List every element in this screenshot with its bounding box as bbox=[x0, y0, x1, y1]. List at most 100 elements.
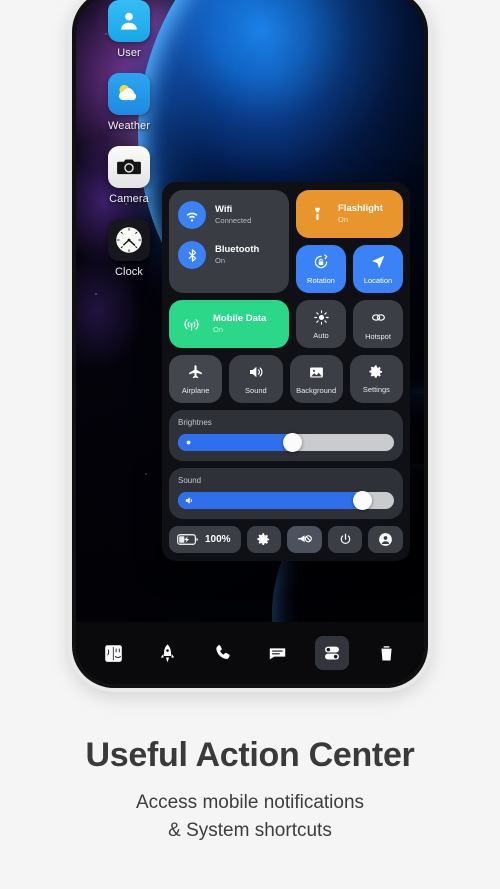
sound-label: Sound bbox=[245, 386, 267, 395]
launchpad-rocket-icon bbox=[157, 643, 178, 664]
wifi-toggle[interactable]: Wifi Connected bbox=[178, 201, 280, 229]
battery-status[interactable]: 100% bbox=[169, 526, 241, 553]
connectivity-card: Wifi Connected Bluetooth On bbox=[169, 190, 289, 293]
mobile-data-title: Mobile Data bbox=[213, 312, 267, 324]
do-not-disturb-icon bbox=[296, 531, 313, 548]
wifi-text: Wifi Connected bbox=[215, 203, 252, 226]
app-shortcut-camera[interactable]: Camera bbox=[92, 146, 166, 205]
sound-slider-thumb[interactable] bbox=[352, 491, 372, 510]
dock-item-messages[interactable] bbox=[260, 636, 294, 670]
mobile-data-toggle[interactable]: Mobile Data On bbox=[169, 300, 289, 348]
phone-dock bbox=[76, 622, 424, 684]
auto-label: Auto bbox=[313, 330, 329, 340]
dock-item-phone[interactable] bbox=[206, 636, 240, 670]
background-label: Background bbox=[296, 385, 337, 395]
phone-screen: User Weather Camera Clock Wifi Connected… bbox=[76, 0, 424, 684]
battery-percent: 100% bbox=[205, 534, 231, 545]
speaker-icon bbox=[247, 363, 265, 381]
app-label: Weather bbox=[107, 120, 151, 132]
flashlight-toggle[interactable]: Flashlight On bbox=[296, 190, 403, 238]
rotation-lock-icon bbox=[312, 253, 330, 271]
background-toggle[interactable]: Background bbox=[289, 355, 343, 403]
account-button[interactable] bbox=[368, 526, 404, 553]
app-shortcut-weather[interactable]: Weather bbox=[92, 73, 166, 132]
wifi-title: Wifi bbox=[215, 203, 233, 215]
bluetooth-toggle[interactable]: Bluetooth On bbox=[178, 241, 280, 269]
sound-toggle[interactable]: Sound bbox=[229, 355, 283, 403]
promo-caption: Useful Action Center Access mobile notif… bbox=[0, 736, 500, 844]
airplane-label: Airplane bbox=[181, 385, 210, 395]
control-center-right-column: Flashlight On Rotation Location bbox=[296, 190, 403, 293]
trash-icon bbox=[377, 644, 396, 663]
sound-slider-card: Sound bbox=[169, 468, 403, 519]
bluetooth-icon bbox=[178, 241, 206, 269]
location-toggle[interactable]: Location bbox=[353, 245, 403, 293]
settings-label: Settings bbox=[362, 385, 390, 394]
app-label: Camera bbox=[109, 193, 149, 205]
rotation-label: Rotation bbox=[307, 276, 335, 285]
phone-device-frame: User Weather Camera Clock Wifi Connected… bbox=[68, 0, 432, 692]
brightness-auto-icon bbox=[313, 309, 330, 326]
app-label: User bbox=[117, 47, 141, 59]
hotspot-label: Hotspot bbox=[365, 331, 391, 341]
airplane-toggle[interactable]: Airplane bbox=[169, 355, 223, 403]
wifi-icon bbox=[178, 201, 206, 229]
brightness-slider-fill bbox=[178, 434, 293, 451]
power-button[interactable] bbox=[327, 526, 363, 553]
brightness-slider[interactable] bbox=[178, 433, 394, 452]
app-store-promo-screenshot: User Weather Camera Clock Wifi Connected… bbox=[0, 0, 500, 889]
app-shortcut-clock[interactable]: Clock bbox=[92, 219, 166, 278]
gear-icon bbox=[256, 532, 271, 547]
control-center-row-2: Mobile Data On Auto Hotspot bbox=[169, 300, 403, 348]
brightness-slider-thumb[interactable] bbox=[283, 433, 303, 452]
wifi-status: Connected bbox=[215, 215, 252, 225]
clock-icon bbox=[108, 219, 150, 261]
user-icon bbox=[108, 0, 150, 42]
dock-item-finder[interactable] bbox=[96, 636, 130, 670]
hotspot-toggle[interactable]: Hotspot bbox=[353, 300, 403, 348]
phone-bezel: User Weather Camera Clock Wifi Connected… bbox=[72, 0, 428, 688]
settings-toggle[interactable]: Settings bbox=[349, 355, 403, 403]
image-icon bbox=[308, 364, 325, 381]
sound-slider-label: Sound bbox=[178, 476, 202, 485]
app-shortcut-user[interactable]: User bbox=[92, 0, 166, 59]
account-icon bbox=[377, 531, 394, 548]
bluetooth-status: On bbox=[215, 255, 226, 265]
caption-title: Useful Action Center bbox=[85, 736, 415, 774]
do-not-disturb-button[interactable] bbox=[287, 526, 322, 553]
dock-item-trash[interactable] bbox=[370, 636, 404, 670]
flashlight-title: Flashlight bbox=[338, 202, 383, 214]
caption-subtitle: Access mobile notifications & System sho… bbox=[0, 789, 500, 844]
auto-brightness-toggle[interactable]: Auto bbox=[296, 300, 346, 348]
brightness-slider-card: Brightnes bbox=[169, 410, 403, 461]
hotspot-icon bbox=[369, 308, 388, 327]
dock-item-launchpad[interactable] bbox=[151, 636, 185, 670]
mobile-data-status: On bbox=[213, 324, 224, 334]
home-screen-app-grid: User Weather Camera Clock bbox=[92, 0, 166, 292]
dock-item-control-center[interactable] bbox=[314, 636, 349, 670]
battery-charging-icon bbox=[177, 533, 199, 546]
weather-icon bbox=[108, 73, 150, 115]
gear-icon bbox=[368, 364, 384, 380]
app-label: Clock bbox=[114, 266, 143, 278]
sound-slider[interactable] bbox=[178, 491, 394, 510]
flashlight-text: Flashlight On bbox=[338, 202, 383, 225]
quick-settings-button[interactable] bbox=[246, 526, 282, 553]
caption-subtitle-line-1: Access mobile notifications bbox=[135, 792, 365, 813]
rotation-location-row: Rotation Location bbox=[296, 245, 403, 293]
messages-icon bbox=[267, 643, 288, 664]
flashlight-status: On bbox=[338, 214, 349, 224]
camera-icon bbox=[108, 146, 150, 188]
mobile-data-icon bbox=[182, 315, 201, 334]
control-center-row-3: Airplane Sound Background Settings bbox=[169, 355, 403, 403]
location-label: Location bbox=[363, 276, 393, 285]
phone-icon bbox=[213, 643, 233, 663]
brightness-label: Brightnes bbox=[178, 418, 212, 427]
mobile-data-text: Mobile Data On bbox=[213, 312, 267, 335]
airplane-icon bbox=[187, 364, 204, 381]
bluetooth-text: Bluetooth On bbox=[215, 244, 259, 266]
brightness-icon bbox=[184, 438, 193, 447]
rotation-toggle[interactable]: Rotation bbox=[296, 245, 346, 293]
finder-icon bbox=[103, 643, 124, 664]
quick-actions-row: 100% bbox=[169, 526, 404, 553]
